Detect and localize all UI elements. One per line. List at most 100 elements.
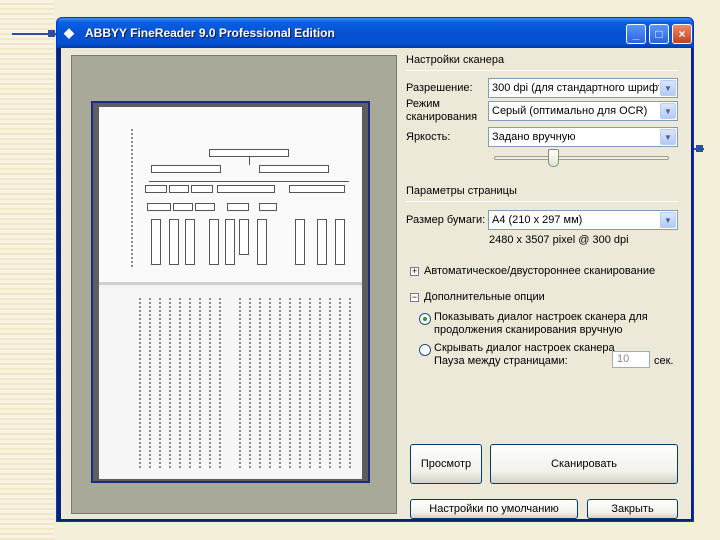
org-chart-root <box>209 149 289 157</box>
chevron-down-icon[interactable]: ▼ <box>660 80 676 96</box>
dialog-client-area: Настройки сканера Разрешение: 300 dpi (д… <box>61 48 691 519</box>
org-chart-leaf <box>225 219 235 265</box>
org-chart-node <box>195 203 215 211</box>
page-text-column <box>279 298 281 468</box>
scanner-settings-title: Настройки сканера <box>406 54 505 66</box>
page-text-column <box>139 298 141 468</box>
brightness-value: Задано вручную <box>492 131 576 143</box>
hide-dialog-radio[interactable] <box>419 344 431 356</box>
org-chart-leaf <box>295 219 305 265</box>
page-text-column <box>299 298 301 468</box>
scan-mode-select[interactable]: Серый (оптимально для OCR) ▼ <box>488 101 678 121</box>
org-chart-node <box>259 203 277 211</box>
org-chart-node <box>173 203 193 211</box>
org-chart-leaf <box>239 219 249 255</box>
page-text-column <box>149 298 151 468</box>
title-bar[interactable]: ◆ ABBYY FineReader 9.0 Professional Edit… <box>57 18 693 48</box>
chevron-down-icon[interactable]: ▼ <box>660 212 676 228</box>
slide-bullet-right <box>696 145 703 152</box>
page-text-column <box>209 298 211 468</box>
minimize-button[interactable]: _ <box>626 24 646 44</box>
org-line <box>149 181 349 182</box>
page-text-column <box>131 127 133 267</box>
scan-area-frame[interactable] <box>91 101 370 483</box>
scan-mode-label-2: сканирования <box>406 111 478 123</box>
slide-bullet-left <box>48 30 55 37</box>
page-text-column <box>339 298 341 468</box>
brightness-slider-track[interactable] <box>494 156 669 160</box>
paper-size-label: Размер бумаги: <box>406 214 486 226</box>
brightness-select[interactable]: Задано вручную ▼ <box>488 127 678 147</box>
org-chart-node <box>191 185 213 193</box>
auto-duplex-section[interactable]: Автоматическое/двустороннее сканирование <box>424 265 655 278</box>
page-bottom-half <box>99 288 362 478</box>
page-text-column <box>319 298 321 468</box>
pause-unit: сек. <box>654 355 674 367</box>
org-chart-node <box>289 185 345 193</box>
page-text-column <box>289 298 291 468</box>
page-text-column <box>269 298 271 468</box>
window-title: ABBYY FineReader 9.0 Professional Editio… <box>85 26 335 40</box>
org-chart-leaf <box>151 219 161 265</box>
section-divider <box>406 70 678 71</box>
resolution-select[interactable]: 300 dpi (для стандартного шрифта) ▼ <box>488 78 678 98</box>
org-line <box>249 157 250 165</box>
scan-preview-pane[interactable] <box>71 55 397 514</box>
org-chart-node <box>145 185 167 193</box>
resolution-value: 300 dpi (для стандартного шрифта) <box>492 82 659 94</box>
show-dialog-radio[interactable] <box>419 313 431 325</box>
page-top-half <box>99 107 362 285</box>
page-text-column <box>169 298 171 468</box>
maximize-button[interactable]: □ <box>649 24 669 44</box>
show-dialog-label-2[interactable]: продолжения сканирования вручную <box>434 324 622 337</box>
brightness-slider-thumb[interactable] <box>548 149 560 167</box>
chevron-down-icon[interactable]: ▼ <box>660 129 676 145</box>
hide-dialog-label[interactable]: Скрывать диалог настроек сканера <box>434 342 615 355</box>
org-chart-node <box>147 203 171 211</box>
page-text-column <box>259 298 261 468</box>
org-chart-leaf <box>335 219 345 265</box>
paper-size-value: A4 (210 x 297 мм) <box>492 214 583 226</box>
pause-seconds-input[interactable]: 10 <box>612 351 650 368</box>
page-text-column <box>249 298 251 468</box>
org-chart-node <box>217 185 275 193</box>
org-chart-node <box>227 203 249 211</box>
org-chart-leaf <box>317 219 327 265</box>
close-window-button[interactable]: × <box>672 24 692 44</box>
collapse-icon[interactable]: − <box>410 293 419 302</box>
section-divider <box>406 201 678 202</box>
expand-icon[interactable]: + <box>410 267 419 276</box>
page-text-column <box>349 298 351 468</box>
slide-background-stripes <box>0 0 54 540</box>
page-text-column <box>159 298 161 468</box>
radio-selected-dot <box>423 317 427 321</box>
pause-label: Пауза между страницами: <box>434 355 568 367</box>
page-text-column <box>219 298 221 468</box>
brightness-label: Яркость: <box>406 131 451 143</box>
pixel-info: 2480 x 3507 pixel @ 300 dpi <box>489 234 629 246</box>
close-button[interactable]: Закрыть <box>587 499 678 519</box>
page-params-title: Параметры страницы <box>406 185 517 197</box>
org-chart-leaf <box>185 219 195 265</box>
paper-size-select[interactable]: A4 (210 x 297 мм) ▼ <box>488 210 678 230</box>
scan-mode-value: Серый (оптимально для OCR) <box>492 105 648 117</box>
scan-button[interactable]: Сканировать <box>490 444 678 484</box>
finereader-window: ◆ ABBYY FineReader 9.0 Professional Edit… <box>56 17 694 522</box>
scan-mode-label-1: Режим <box>406 98 440 110</box>
org-chart-leaf <box>209 219 219 265</box>
org-chart-node <box>151 165 221 173</box>
page-text-column <box>309 298 311 468</box>
preview-button[interactable]: Просмотр <box>410 444 482 484</box>
resolution-label: Разрешение: <box>406 82 473 94</box>
chevron-down-icon[interactable]: ▼ <box>660 103 676 119</box>
extra-options-section[interactable]: Дополнительные опции <box>424 291 545 304</box>
page-text-column <box>199 298 201 468</box>
org-chart-node <box>169 185 189 193</box>
org-chart-leaf <box>169 219 179 265</box>
page-text-column <box>329 298 331 468</box>
org-chart-node <box>259 165 329 173</box>
defaults-button[interactable]: Настройки по умолчанию <box>410 499 578 519</box>
show-dialog-label-1[interactable]: Показывать диалог настроек сканера для <box>434 311 648 324</box>
org-chart-leaf <box>257 219 267 265</box>
scanned-page-image <box>99 107 362 479</box>
